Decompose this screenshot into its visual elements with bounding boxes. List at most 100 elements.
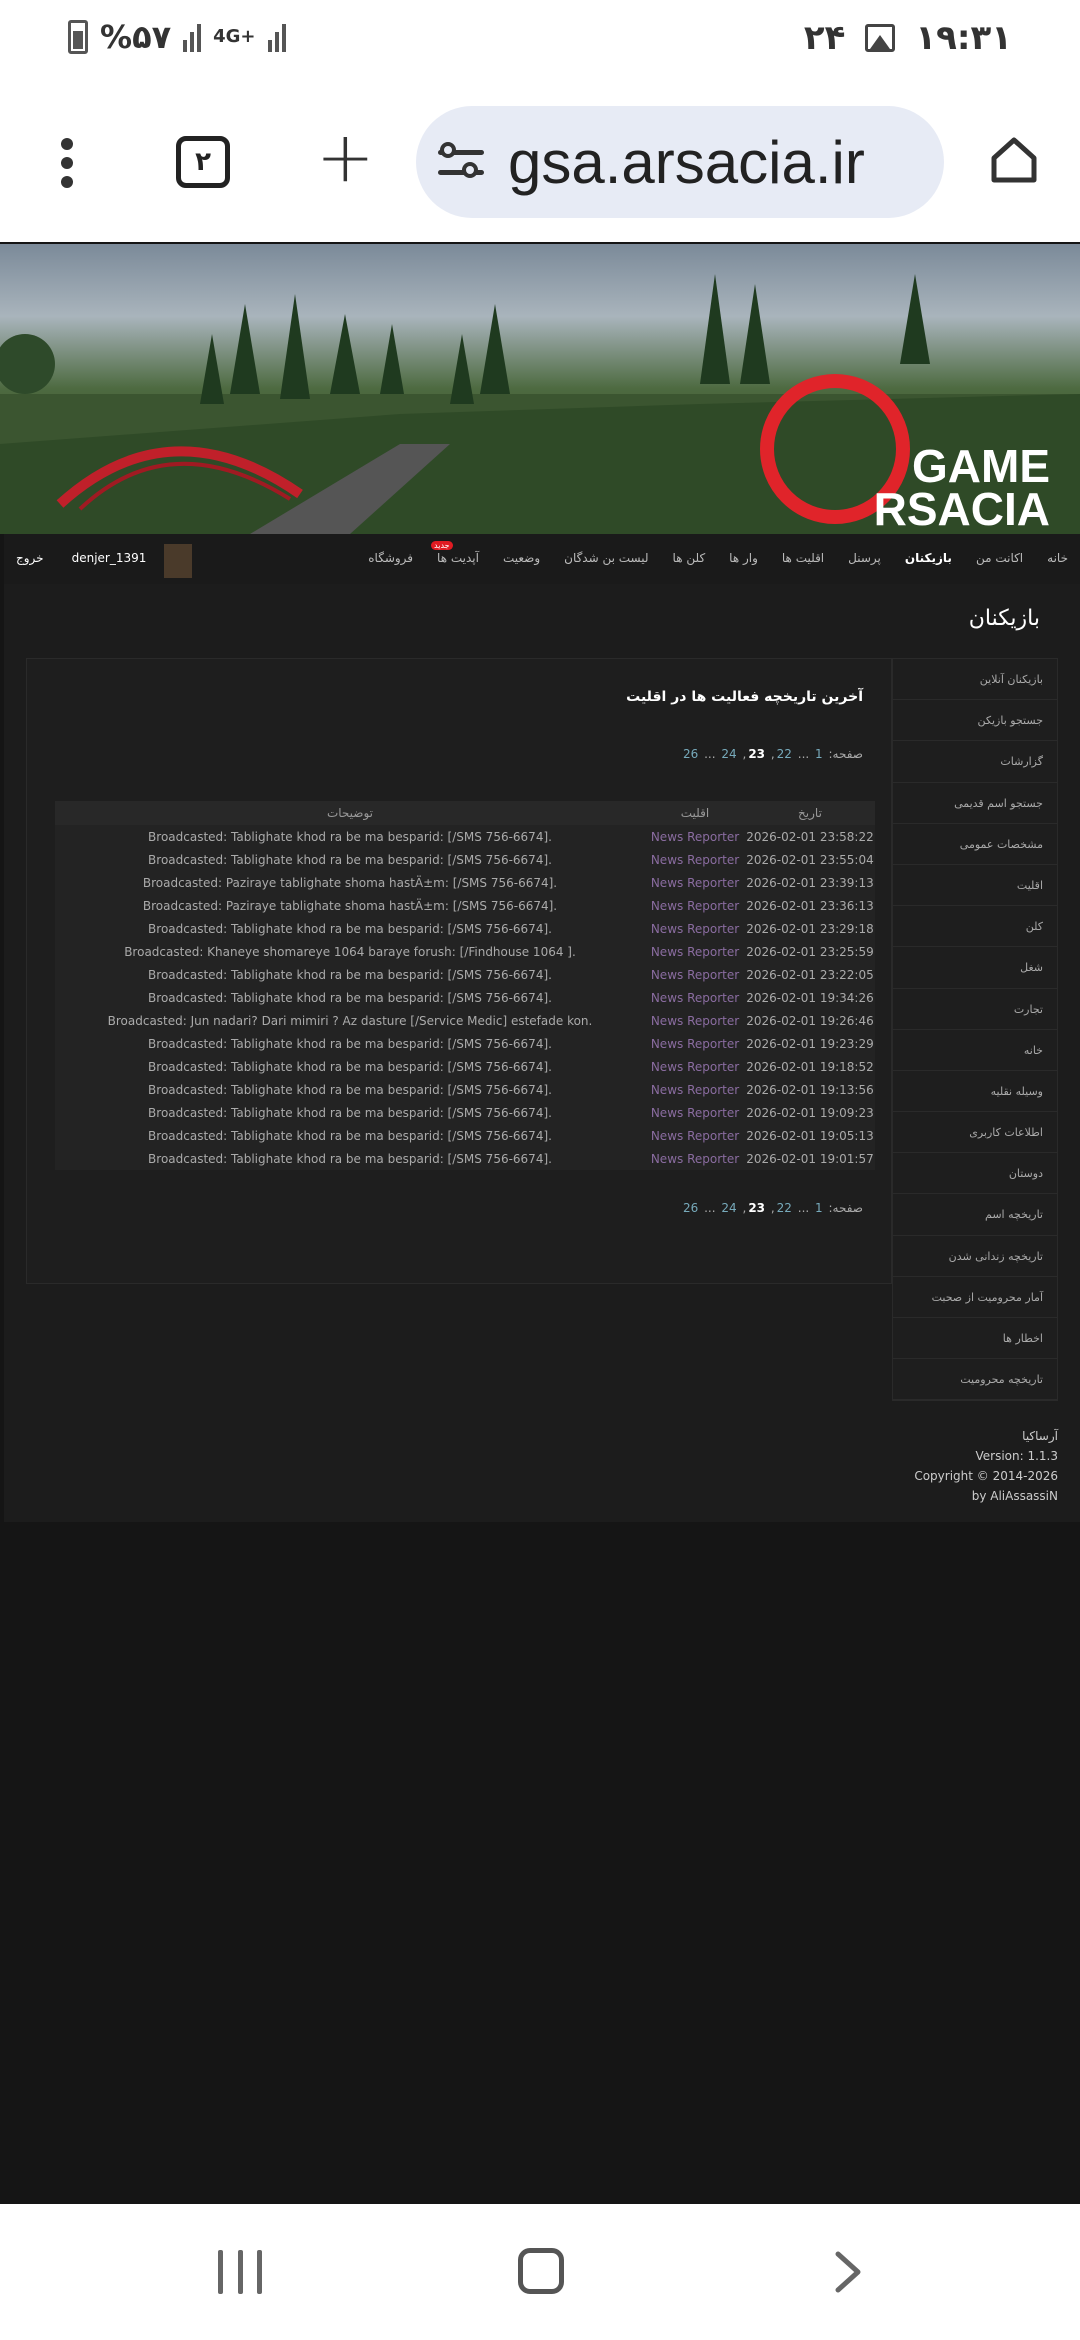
- sidebar-item[interactable]: تاریخچه زندانی شدن: [893, 1236, 1057, 1277]
- nav-clans[interactable]: کلن ها: [673, 551, 706, 565]
- sidebar-item[interactable]: تاریخچه اسم: [893, 1194, 1057, 1236]
- sidebar-item[interactable]: بازیکنان آنلاین: [893, 659, 1057, 701]
- nav-players[interactable]: بازیکنان: [905, 551, 952, 565]
- nav-factions[interactable]: اقلیت ها: [782, 551, 824, 565]
- cell-faction[interactable]: News Reporter: [645, 848, 745, 871]
- table-row: Broadcasted: Tablighate khod ra be ma be…: [55, 986, 875, 1009]
- nav-updates[interactable]: آپدیت ها جدید: [431, 541, 479, 565]
- cell-faction[interactable]: News Reporter: [645, 1078, 745, 1101]
- page-link[interactable]: 26: [683, 1201, 698, 1215]
- site-settings-icon[interactable]: [438, 142, 484, 182]
- user-area: خروج denjer_1391: [16, 551, 146, 565]
- activity-panel: آخرین تاریخچه فعالیت ها در اقلیت صفحه: 1…: [26, 658, 892, 1284]
- cell-date: 2026-02-01 23:36:13: [746, 898, 874, 913]
- status-time: ۱۹:۳۱: [915, 18, 1012, 58]
- page-link[interactable]: 1: [815, 747, 823, 761]
- nav-shop[interactable]: فروشگاه: [368, 551, 413, 565]
- cell-faction[interactable]: News Reporter: [645, 940, 745, 963]
- tab-switcher-button[interactable]: ۲: [176, 136, 230, 188]
- cell-faction[interactable]: News Reporter: [645, 825, 745, 848]
- cell-faction[interactable]: News Reporter: [645, 963, 745, 986]
- nav-status[interactable]: وضعیت: [503, 551, 540, 565]
- cell-desc: Broadcasted: Tablighate khod ra be ma be…: [148, 967, 552, 982]
- table-row: Broadcasted: Tablighate khod ra be ma be…: [55, 917, 875, 940]
- cell-date: 2026-02-01 23:58:22: [746, 829, 874, 844]
- sidebar-item[interactable]: شغل: [893, 947, 1057, 989]
- table-row: Broadcasted: Tablighate khod ra be ma be…: [55, 1055, 875, 1078]
- cell-faction[interactable]: News Reporter: [645, 917, 745, 940]
- nav-my-account[interactable]: اکانت من: [976, 551, 1023, 565]
- home-icon[interactable]: [988, 134, 1040, 186]
- cell-faction[interactable]: News Reporter: [645, 1009, 745, 1032]
- cell-date: 2026-02-01 23:22:05: [746, 967, 874, 982]
- sidebar-item[interactable]: تاریخچه محرومیت: [893, 1359, 1057, 1401]
- avatar[interactable]: [164, 544, 192, 578]
- table-row: Broadcasted: Tablighate khod ra be ma be…: [55, 825, 875, 848]
- cell-desc: Broadcasted: Paziraye tablighate shoma h…: [142, 898, 558, 913]
- cell-date: 2026-02-01 19:26:46: [746, 1013, 874, 1028]
- sidebar-item[interactable]: آمار محرومیت از صحبت: [893, 1277, 1057, 1318]
- sidebar-item[interactable]: اقلیت: [893, 865, 1057, 907]
- sidebar-item[interactable]: مشخصات عمومی: [893, 824, 1057, 865]
- recent-apps-icon[interactable]: [218, 2250, 262, 2294]
- footer-copyright: Copyright © 2014-2026: [914, 1469, 1058, 1483]
- table-row: Broadcasted: Tablighate khod ra be ma be…: [55, 1124, 875, 1147]
- cell-faction[interactable]: News Reporter: [645, 1101, 745, 1124]
- menu-dots-icon[interactable]: [58, 138, 76, 188]
- sidebar-item[interactable]: دوستان: [893, 1153, 1057, 1195]
- table-row: Broadcasted: Paziraye tablighate shoma h…: [55, 871, 875, 894]
- cell-desc: Broadcasted: Tablighate khod ra be ma be…: [148, 829, 552, 844]
- cell-faction[interactable]: News Reporter: [645, 1055, 745, 1078]
- sidebar-item[interactable]: وسیله نقلیه: [893, 1071, 1057, 1113]
- sidebar-item[interactable]: اطلاعات کاربری: [893, 1112, 1057, 1154]
- cell-date: 2026-02-01 19:34:26: [746, 990, 874, 1005]
- cell-desc: Broadcasted: Khaneye shomareye 1064 bara…: [124, 944, 576, 959]
- cell-date: 2026-02-01 19:18:52: [746, 1059, 874, 1074]
- cell-date: 2026-02-01 19:09:23: [746, 1105, 874, 1120]
- cell-faction[interactable]: News Reporter: [645, 894, 745, 917]
- table-header-row: توضیحات اقلیت تاریخ: [55, 801, 875, 825]
- page-link-current[interactable]: 23: [748, 1201, 765, 1215]
- cell-faction[interactable]: News Reporter: [645, 1032, 745, 1055]
- table-row: Broadcasted: Jun nadari? Dari mimiri ? A…: [55, 1009, 875, 1032]
- header-desc: توضیحات: [55, 801, 645, 825]
- sidebar-item[interactable]: تجارت: [893, 989, 1057, 1030]
- nav-ban-list[interactable]: لیست بن شدگان: [564, 551, 648, 565]
- nav-staff[interactable]: پرسنل: [848, 551, 881, 565]
- battery-level: %۵۷: [100, 18, 172, 56]
- sidebar-item[interactable]: گزارشات: [893, 741, 1057, 783]
- address-bar[interactable]: gsa.arsacia.ir: [416, 106, 944, 218]
- page-link[interactable]: 24: [721, 1201, 736, 1215]
- cell-desc: Broadcasted: Tablighate khod ra be ma be…: [148, 1105, 552, 1120]
- url-text[interactable]: gsa.arsacia.ir: [508, 128, 865, 197]
- page-link-current[interactable]: 23: [748, 747, 765, 761]
- page-link[interactable]: 1: [815, 1201, 823, 1215]
- logout-link[interactable]: خروج: [16, 551, 44, 565]
- cell-faction[interactable]: News Reporter: [645, 871, 745, 894]
- sidebar-item[interactable]: اخطار ها: [893, 1318, 1057, 1360]
- cell-faction[interactable]: News Reporter: [645, 1124, 745, 1147]
- site-footer: آرساکیا Version: 1.1.3 Copyright © 2014-…: [914, 1426, 1058, 1506]
- username[interactable]: denjer_1391: [72, 551, 147, 565]
- back-icon[interactable]: [826, 2250, 870, 2294]
- sidebar-item[interactable]: جستجو بازیکن: [893, 700, 1057, 742]
- pager-ellipsis: ...: [797, 747, 810, 761]
- pager-ellipsis: ...: [704, 747, 716, 761]
- page-link[interactable]: 26: [683, 747, 698, 761]
- page-link[interactable]: 24: [721, 747, 736, 761]
- cell-faction[interactable]: News Reporter: [645, 986, 745, 1009]
- sidebar-item[interactable]: جستجو اسم قدیمی: [893, 783, 1057, 824]
- status-left: %۵۷ 4G+: [68, 18, 286, 56]
- sidebar-item[interactable]: کلن: [893, 906, 1057, 948]
- browser-toolbar: ۲ + gsa.arsacia.ir: [0, 82, 1080, 242]
- nav-wars[interactable]: وار ها: [729, 551, 758, 565]
- sidebar-item[interactable]: خانه: [893, 1030, 1057, 1071]
- cell-faction[interactable]: News Reporter: [645, 1147, 745, 1170]
- page-link[interactable]: 22: [777, 1201, 792, 1215]
- nav-items: خانه اکانت من بازیکنان پرسنل اقلیت ها وا…: [368, 541, 1068, 565]
- nav-home[interactable]: خانه: [1047, 551, 1068, 565]
- home-button-icon[interactable]: [518, 2248, 564, 2294]
- new-tab-button[interactable]: +: [316, 122, 375, 192]
- page-link[interactable]: 22: [777, 747, 792, 761]
- new-badge: جدید: [431, 541, 453, 550]
